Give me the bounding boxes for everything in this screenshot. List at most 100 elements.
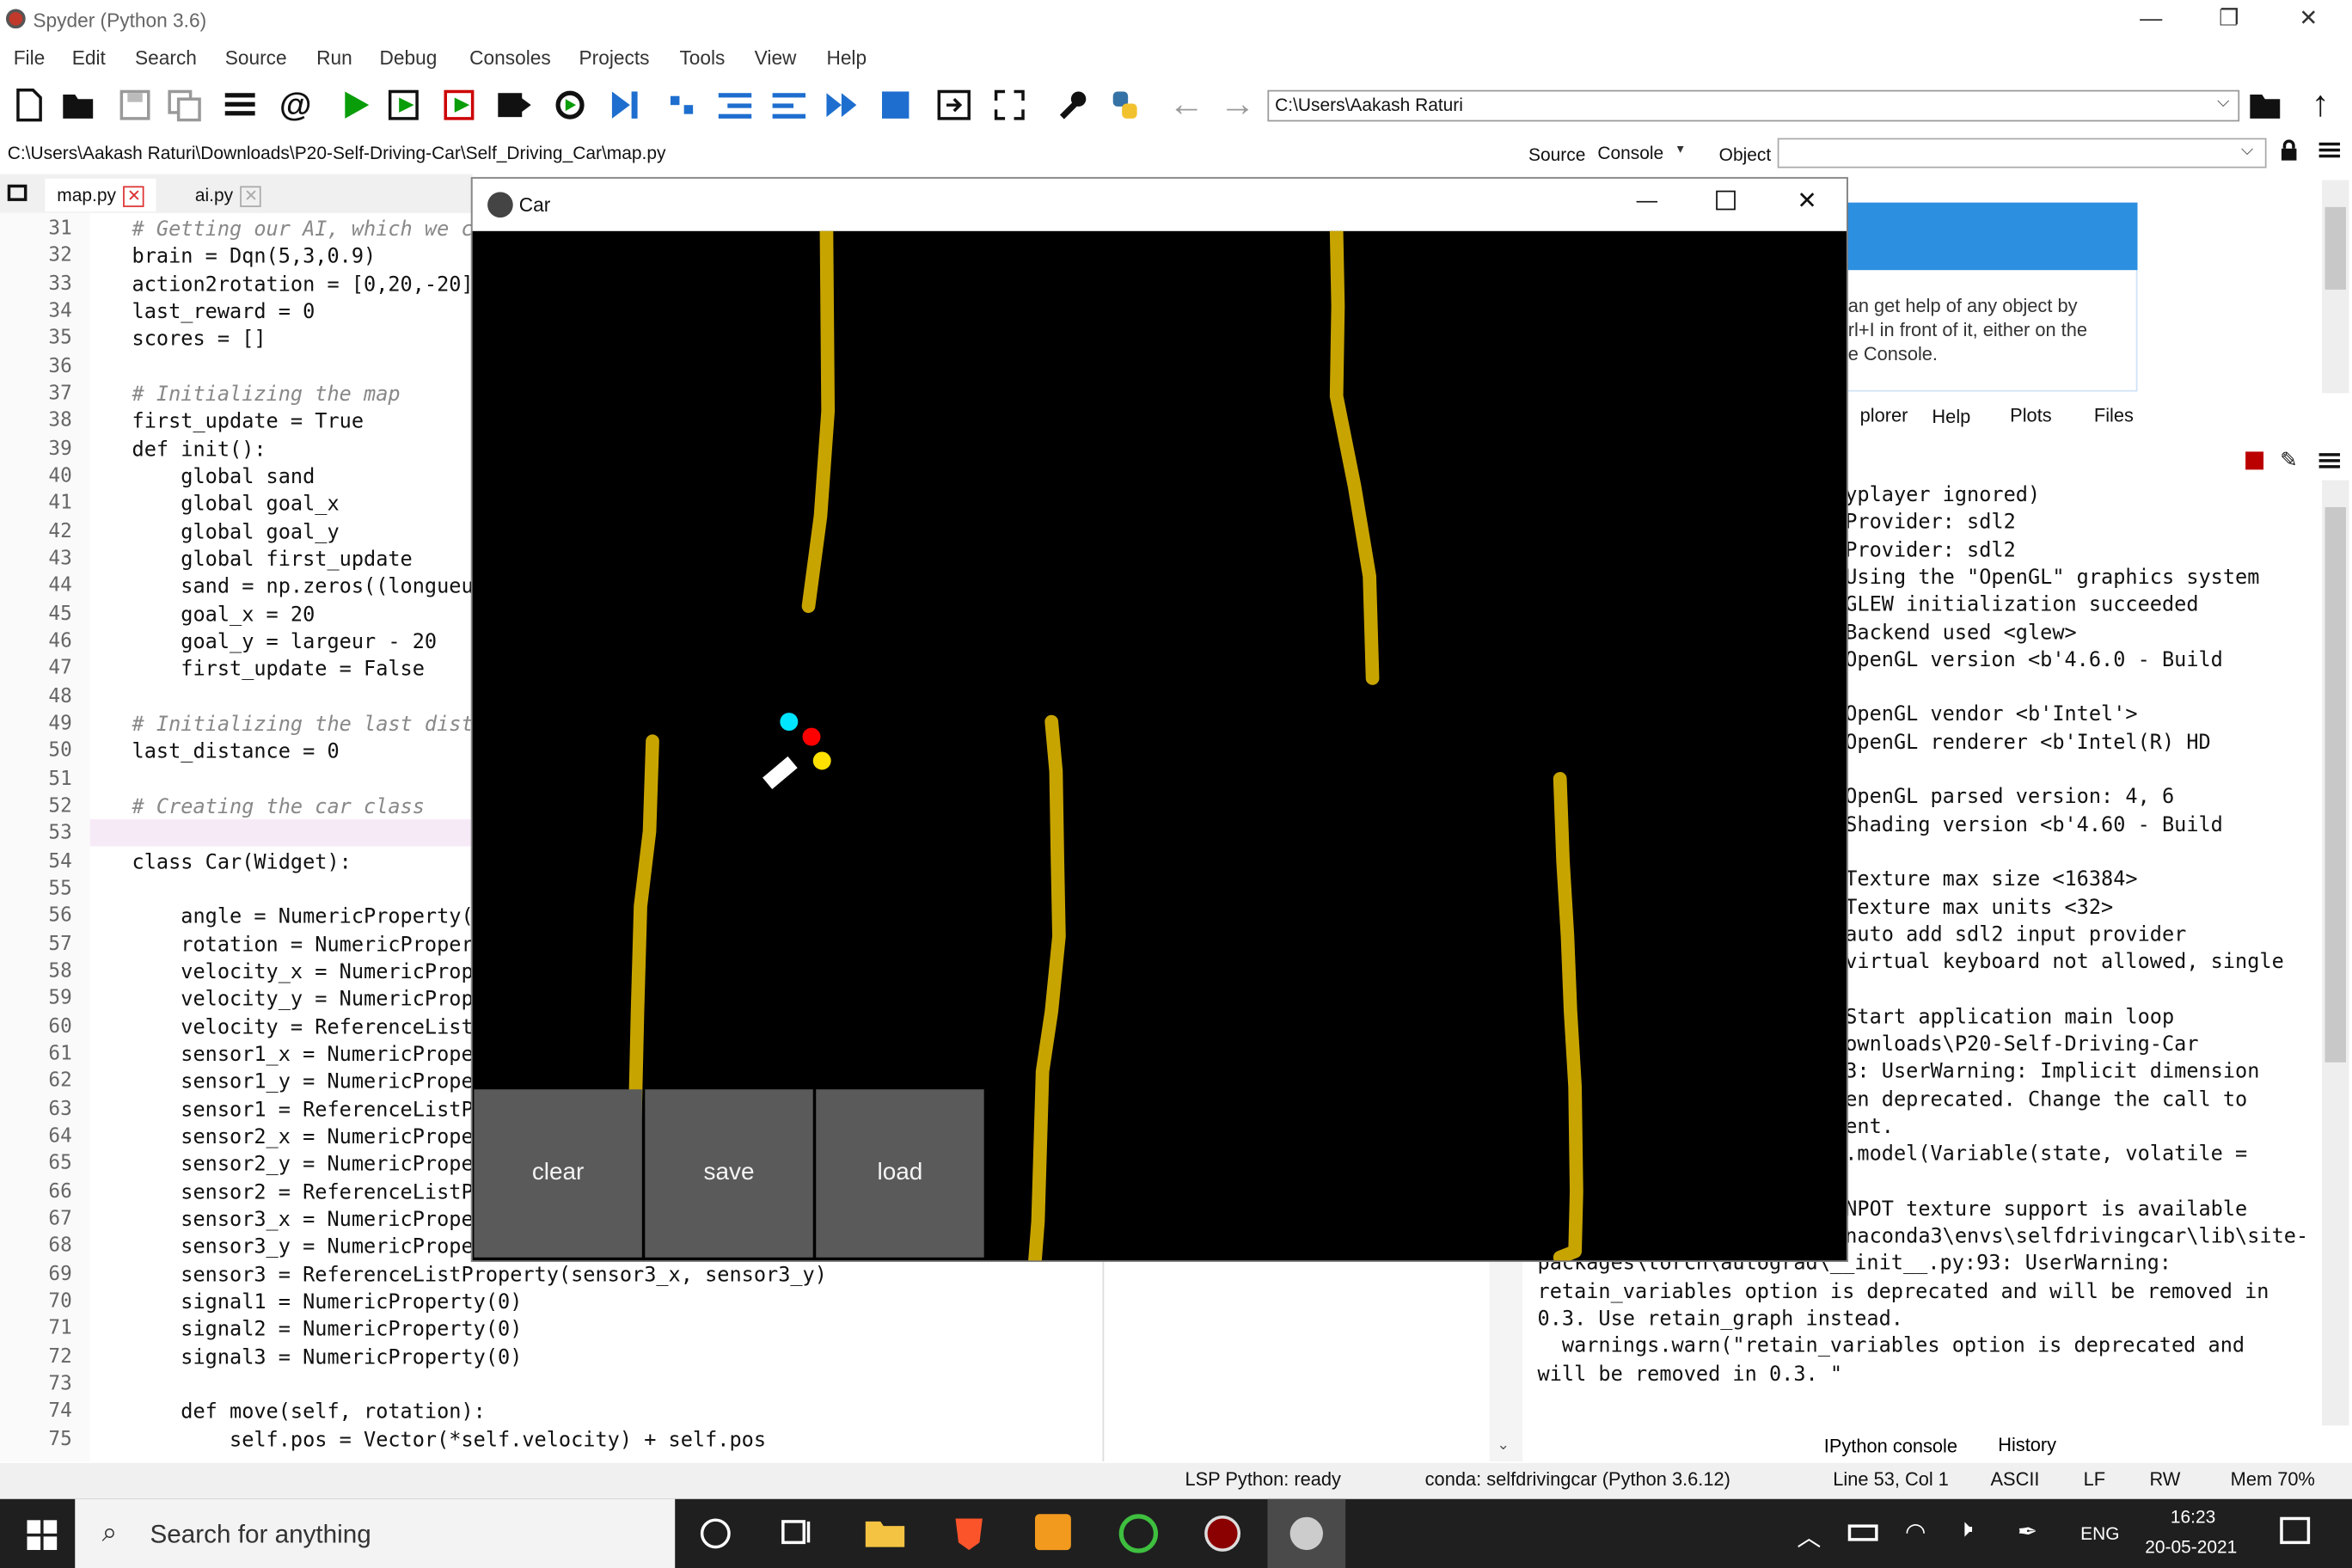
battery-icon[interactable] [1847, 1524, 1878, 1541]
menu-icon[interactable] [2318, 139, 2342, 160]
console-line: will be removed in 0.3. " [1537, 1362, 1843, 1387]
save-button[interactable]: save [645, 1089, 813, 1258]
clear-button[interactable]: clear [474, 1089, 642, 1258]
chevron-down-icon[interactable]: ⌵ [2217, 93, 2230, 113]
code-line: rotation = NumericProper [132, 932, 474, 957]
rerun-icon[interactable] [550, 85, 589, 124]
tab-help[interactable]: Help [1911, 397, 1992, 437]
tab-plots[interactable]: Plots [1995, 402, 2067, 429]
editor-tabs: map.py ✕ ai.py ✕ [0, 174, 473, 213]
menu-source[interactable]: Source [225, 46, 287, 69]
close-tab-icon[interactable]: ✕ [123, 186, 145, 207]
spyder-logo-icon [5, 9, 26, 29]
clock-date[interactable]: 20-05-2021 [2145, 1536, 2237, 1557]
browse-folder-icon[interactable] [2247, 85, 2286, 124]
working-directory-input[interactable]: C:\Users\Aakash Raturi [1267, 89, 2240, 122]
language-indicator[interactable]: ENG [2080, 1523, 2119, 1544]
run-cell-icon[interactable] [387, 85, 426, 124]
new-file-icon[interactable] [9, 85, 47, 124]
menu-consoles[interactable]: Consoles [469, 46, 551, 69]
console-menu-icon[interactable] [2318, 450, 2342, 471]
console-line: auto add sdl2 input provider [1845, 922, 2187, 947]
back-arrow-icon[interactable]: ← [1167, 84, 1206, 125]
clock-time[interactable]: 16:23 [2171, 1506, 2215, 1527]
minimize-button[interactable]: — [2116, 0, 2185, 42]
run-selection-icon[interactable] [495, 85, 534, 124]
list-icon[interactable] [221, 85, 260, 124]
console-line: OpenGL vendor <b'Intel'> [1845, 702, 2138, 727]
python-icon[interactable] [1106, 85, 1144, 124]
console-line: Provider: sdl2 [1845, 510, 2016, 535]
sublime-text-icon[interactable] [1034, 1514, 1071, 1551]
console-line: ownloads\P20-Self-Driving-Car [1845, 1032, 2199, 1057]
chevron-up-icon[interactable]: ︿ [1797, 1517, 1821, 1553]
eraser-icon[interactable]: ✎ [2280, 447, 2297, 473]
menu-file[interactable]: File [14, 46, 46, 69]
run-icon[interactable] [336, 85, 375, 124]
stop-kernel-icon[interactable] [2245, 451, 2264, 470]
parent-dir-arrow-icon[interactable]: ↑ [2301, 84, 2340, 125]
forward-arrow-icon[interactable]: → [1218, 84, 1257, 125]
task-view-icon[interactable] [780, 1517, 812, 1547]
menu-search[interactable]: Search [135, 46, 197, 69]
chevron-down-icon[interactable]: ▾ [1677, 141, 1684, 157]
spyder-taskbar-icon[interactable] [1203, 1514, 1241, 1553]
console-line: en deprecated. Change the call to [1845, 1087, 2248, 1112]
menu-run[interactable]: Run [316, 46, 352, 69]
load-button[interactable]: load [816, 1089, 984, 1258]
menu-edit[interactable]: Edit [72, 46, 106, 69]
sync-app-icon[interactable] [1118, 1514, 1159, 1553]
lock-icon[interactable] [2280, 139, 2298, 161]
menu-help[interactable]: Help [826, 46, 867, 69]
code-line: first_update = False [132, 657, 425, 682]
step-icon[interactable] [663, 85, 701, 124]
file-explorer-icon[interactable] [864, 1517, 906, 1550]
pen-icon[interactable]: ✒ [2018, 1517, 2037, 1547]
maximize-button[interactable]: ❐ [2195, 0, 2263, 42]
car-minimize-button[interactable]: — [1637, 187, 1657, 211]
chevron-down-icon[interactable]: ⌵ [2241, 141, 2254, 161]
run-cell-advance-icon[interactable] [443, 85, 481, 124]
save-all-icon[interactable] [165, 85, 204, 124]
car-close-button[interactable]: ✕ [1797, 186, 1816, 216]
step-return-icon[interactable] [769, 85, 808, 124]
brave-browser-icon[interactable] [951, 1514, 987, 1553]
save-icon[interactable] [115, 85, 154, 124]
scroll-down-arrow-icon[interactable]: ⌄ [1497, 1437, 1510, 1454]
step-into-icon[interactable] [715, 85, 754, 124]
menu-view[interactable]: View [755, 46, 797, 69]
maximize-pane-icon[interactable] [934, 85, 973, 124]
car-maximize-button[interactable] [1716, 190, 1736, 211]
close-button[interactable]: ✕ [2274, 0, 2343, 42]
stop-icon[interactable] [876, 85, 915, 124]
conda-status: conda: selfdrivingcar (Python 3.6.12) [1424, 1468, 1730, 1491]
volume-icon[interactable]: 🕨 [1957, 1517, 1973, 1544]
sand-path [1329, 230, 1380, 685]
fullscreen-icon[interactable] [990, 85, 1029, 124]
notifications-icon[interactable] [2280, 1516, 2311, 1545]
browse-tabs-icon[interactable] [7, 184, 28, 201]
wrench-icon[interactable] [1053, 85, 1092, 124]
continue-icon[interactable] [822, 85, 861, 124]
menu-tools[interactable]: Tools [679, 46, 725, 69]
menu-debug[interactable]: Debug [379, 46, 437, 69]
code-line: sensor3_x = NumericPrope [132, 1207, 474, 1232]
cortana-icon[interactable] [700, 1518, 731, 1549]
object-input[interactable] [1777, 138, 2267, 168]
tab-map-py[interactable]: map.py ✕ [45, 178, 157, 212]
tab-ai-py[interactable]: ai.py ✕ [183, 179, 273, 211]
menu-projects[interactable]: Projects [579, 46, 650, 69]
code-line: def move(self, rotation): [132, 1400, 486, 1424]
tab-files[interactable]: Files [2079, 402, 2148, 429]
sand-path [801, 230, 836, 614]
tab-ipython-console[interactable]: IPython console [1811, 1432, 1969, 1461]
debug-icon[interactable] [606, 85, 645, 124]
console-scrollbar[interactable] [2322, 480, 2349, 1426]
close-tab-icon[interactable]: ✕ [240, 186, 262, 207]
tab-history[interactable]: History [1989, 1431, 2066, 1458]
at-icon[interactable]: @ [276, 85, 315, 124]
help-scrollbar[interactable] [2322, 180, 2349, 394]
windows-start-icon[interactable] [27, 1520, 58, 1551]
open-file-icon[interactable] [60, 85, 99, 124]
wifi-icon[interactable]: ◠ [1905, 1517, 1926, 1547]
